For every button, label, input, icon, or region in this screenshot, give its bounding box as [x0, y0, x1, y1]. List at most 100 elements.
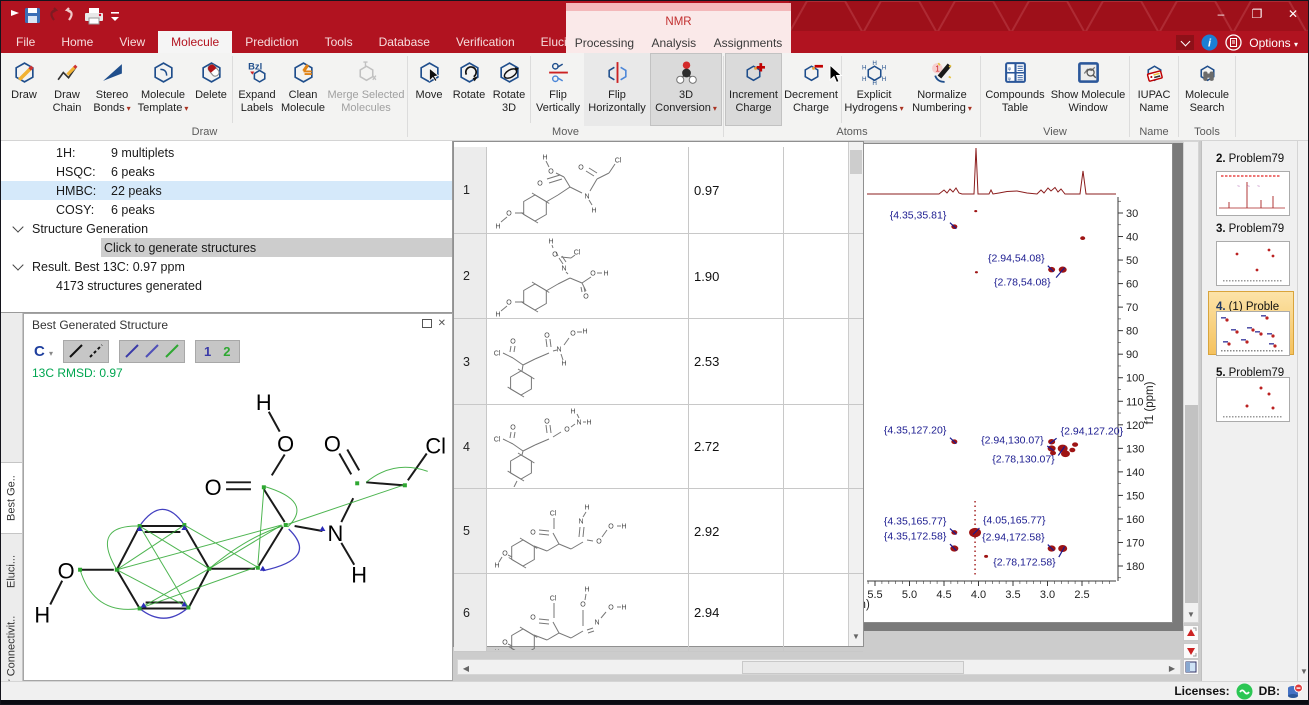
tab-view[interactable]: View	[106, 31, 158, 53]
next-page-button[interactable]	[1183, 643, 1199, 659]
float-panel-icon[interactable]	[422, 319, 432, 328]
merge-selected-button[interactable]: Merge Selected Molecules	[326, 53, 406, 126]
structure-row-6[interactable]: 6HOOClOHNOH2.94	[454, 574, 863, 652]
structure-row-3[interactable]: 3ClOOOHNH2.53	[454, 319, 863, 405]
tab-prediction[interactable]: Prediction	[232, 31, 311, 53]
page-thumbnail-label[interactable]: 2.Problem79	[1216, 153, 1284, 165]
options-button[interactable]: Options ▾	[1249, 36, 1298, 50]
page-thumbnail[interactable]	[1216, 377, 1290, 422]
tree-row-hsqc[interactable]: HSQC:6 peaks	[1, 162, 452, 181]
page-thumbnail[interactable]: ~~~	[1216, 171, 1290, 216]
page-thumbnail[interactable]	[1216, 311, 1290, 356]
cosy-bond-icon[interactable]	[144, 343, 160, 359]
clipboard-icon[interactable]	[1225, 34, 1242, 51]
bond-count-2[interactable]: 2	[219, 344, 234, 359]
svg-text:N: N	[561, 266, 566, 273]
scroll-down-arrow[interactable]: ▼	[1184, 606, 1198, 622]
page-layout-button[interactable]	[1183, 659, 1199, 675]
flip-vertically-button[interactable]: Flip Vertically	[532, 53, 584, 126]
tab-database[interactable]: Database	[366, 31, 443, 53]
structure-image: ClOOOHNH	[487, 319, 689, 404]
structure-row-1[interactable]: 1HOOOClNHOH0.97	[454, 147, 863, 234]
chevron-down-icon[interactable]	[12, 221, 23, 232]
rotate-button[interactable]: Rotate	[449, 53, 489, 126]
draw-button[interactable]: Draw	[3, 53, 45, 126]
svg-text:Cl: Cl	[574, 250, 581, 257]
molecule-template-button[interactable]: Molecule Template▾	[135, 53, 191, 126]
3d-conversion-icon	[674, 55, 699, 89]
clean-molecule-button[interactable]: Clean Molecule	[280, 53, 326, 126]
hmbc-bond-icon[interactable]	[124, 343, 140, 359]
tab-file[interactable]: File	[3, 31, 48, 53]
scroll-down-arrow[interactable]: ▼	[1298, 663, 1309, 679]
tab-verification[interactable]: Verification	[443, 31, 528, 53]
svg-text:N: N	[584, 194, 589, 201]
bond-count-group[interactable]: 1 2	[195, 340, 239, 363]
compounds-table-button[interactable]: ψφCompounds Table	[982, 53, 1048, 126]
normalize-numbering-button[interactable]: 1Normalize Numbering▾	[905, 53, 979, 126]
tab-home[interactable]: Home	[48, 31, 106, 53]
scroll-right-arrow[interactable]: ▶	[1165, 660, 1179, 676]
tree-row-cosy[interactable]: COSY:6 peaks	[1, 200, 452, 219]
atom-type-dropdown[interactable]: C ▾	[34, 343, 53, 360]
document-vscrollbar[interactable]: ▼	[1183, 141, 1199, 623]
chevron-down-icon[interactable]	[12, 259, 23, 270]
dashed-bond-icon[interactable]	[88, 343, 104, 359]
tree-row-structure-generation[interactable]: Structure Generation	[1, 219, 452, 238]
tree-row-generate[interactable]: Click to generate structures	[1, 238, 452, 257]
best-structure-canvas[interactable]: HOOOClNHOH	[24, 380, 452, 678]
tab-tools[interactable]: Tools	[312, 31, 366, 53]
minimize-button[interactable]: –	[1214, 7, 1228, 21]
scroll-left-arrow[interactable]: ◀	[459, 660, 473, 676]
ribbon-collapse-button[interactable]	[1176, 35, 1194, 50]
close-panel-icon[interactable]: ✕	[438, 318, 446, 329]
explicit-hydrogens-button[interactable]: HHHHHHExplicit Hydrogens▾	[843, 53, 905, 126]
single-bond-icon[interactable]	[68, 343, 84, 359]
page-thumbnail[interactable]	[1216, 241, 1290, 286]
sidebar-tab-elucidation[interactable]: Eluci...	[1, 546, 22, 596]
document-hscrollbar[interactable]: ◀ ▶	[457, 659, 1181, 675]
3d-conversion-button[interactable]: 3D Conversion▾	[650, 53, 722, 126]
restore-button[interactable]: ❐	[1250, 7, 1264, 21]
page-thumbnail-label[interactable]: 3.Problem79	[1216, 223, 1284, 235]
move-button[interactable]: Move	[409, 53, 449, 126]
delete-button[interactable]: Delete	[191, 53, 231, 126]
structure-row-2[interactable]: 2HOClNOHOOH1.90	[454, 234, 863, 319]
hscrollbar-thumb[interactable]	[742, 661, 964, 674]
thumbnails-scrollbar[interactable]: ▼	[1297, 141, 1309, 681]
tree-row-result[interactable]: Result. Best 13C: 0.97 ppm	[1, 257, 452, 276]
close-button[interactable]: ✕	[1286, 7, 1300, 21]
info-icon[interactable]: i	[1201, 34, 1218, 51]
sidebar-tab-best-generated[interactable]: Best Ge..	[1, 463, 22, 533]
tab-analysis[interactable]: Analysis	[651, 36, 696, 50]
stereo-bonds-button[interactable]: Stereo Bonds▾	[89, 53, 135, 126]
flip-horizontally-button[interactable]: Flip Horizontally	[584, 53, 650, 126]
draw-chain-button[interactable]: Draw Chain	[45, 53, 89, 126]
vscrollbar-thumb[interactable]	[1185, 405, 1198, 603]
tab-processing[interactable]: Processing	[575, 36, 634, 50]
molecule-search-button[interactable]: Molecule Search	[1180, 53, 1234, 126]
quick-access-toolbar[interactable]	[9, 6, 139, 28]
bond-count-1[interactable]: 1	[200, 344, 215, 359]
structure-row-5[interactable]: 5HOOClNHOOH2.92	[454, 489, 863, 574]
green-bond-icon[interactable]	[164, 343, 180, 359]
tab-assignments[interactable]: Assignments	[714, 36, 783, 50]
decrement-charge-button[interactable]: Decrement Charge	[782, 53, 840, 126]
show-molecule-window-button[interactable]: Show Molecule Window	[1048, 53, 1128, 126]
licenses-status-icon[interactable]	[1236, 683, 1253, 700]
increment-charge-button[interactable]: Increment Charge	[725, 53, 782, 126]
svg-text:O: O	[580, 602, 586, 609]
tree-row-hmbc[interactable]: HMBC:22 peaks	[1, 181, 452, 200]
tree-row-structures-generated[interactable]: 4173 structures generated	[1, 276, 452, 295]
correlation-type-group[interactable]	[119, 340, 185, 363]
db-status-icon[interactable]	[1286, 683, 1303, 700]
structure-row-4[interactable]: 4ClOOONHHOH2.72	[454, 405, 863, 489]
tab-molecule[interactable]: Molecule	[158, 31, 232, 53]
rotate-3d-button[interactable]: Rotate 3D	[489, 53, 529, 126]
tree-row-1h[interactable]: 1H:9 multiplets	[1, 143, 452, 162]
iupac-name-button[interactable]: IUPAC Name	[1131, 53, 1177, 126]
licenses-label: Licenses:	[1174, 684, 1229, 698]
expand-labels-button[interactable]: BzlExpand Labels	[234, 53, 280, 126]
previous-page-button[interactable]	[1183, 625, 1199, 641]
bond-style-group[interactable]	[63, 340, 109, 363]
